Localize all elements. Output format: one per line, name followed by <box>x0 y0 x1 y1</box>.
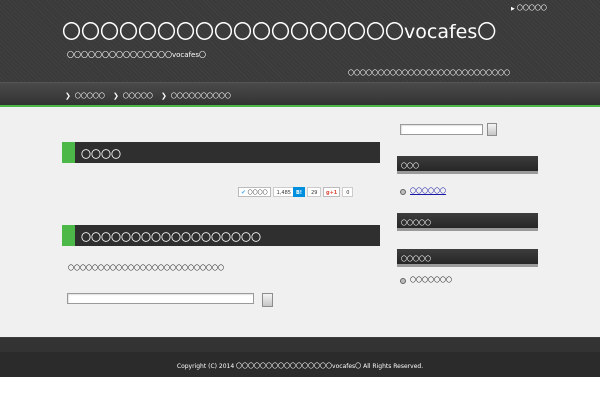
twitter-icon: ✔ <box>241 189 247 196</box>
not-found-message: 〇〇〇〇〇〇〇〇〇〇〇〇〇〇〇〇〇〇〇〇〇〇〇〇〇〇 <box>68 265 225 272</box>
triangle-right-icon: ▶ <box>511 6 515 12</box>
entry-title-1-text: 〇〇〇〇 <box>81 150 121 161</box>
nav-item-label: 〇〇〇〇〇 <box>122 93 153 100</box>
hatena-bookmark-button[interactable]: B! 29 <box>293 187 322 197</box>
entry-title-2-text: 〇〇〇〇〇〇〇〇〇〇〇〇〇〇〇〇〇〇 <box>81 233 261 244</box>
sidebar-search-input[interactable] <box>400 124 483 135</box>
footer-band <box>0 337 600 352</box>
hatena-bookmark-icon: B! <box>293 187 306 197</box>
nav-item-label: 〇〇〇〇〇 <box>74 93 105 100</box>
bullet-icon <box>400 188 406 195</box>
sidebar-search-button[interactable] <box>487 123 497 136</box>
tweet-button-label: 〇〇〇〇 <box>247 190 268 196</box>
site-header: 〇〇〇〇〇〇〇〇〇〇〇〇〇〇〇〇〇〇vocafes〇 〇〇〇〇〇〇〇〇〇〇〇〇〇… <box>0 0 600 82</box>
chevron-right-icon: ❯ <box>161 92 167 100</box>
google-plus-button[interactable]: g+1 0 <box>323 187 354 197</box>
widget-title-2: 〇〇〇〇〇 <box>397 213 538 231</box>
page-bottom <box>0 377 600 400</box>
chevron-right-icon: ❯ <box>65 92 71 100</box>
widget-title-1: 〇〇〇 <box>397 156 538 174</box>
entry-title-2: 〇〇〇〇〇〇〇〇〇〇〇〇〇〇〇〇〇〇 <box>62 225 380 246</box>
google-plus-icon: g+1 <box>326 190 338 196</box>
bullet-icon <box>400 277 406 284</box>
widget-3-item-label: 〇〇〇〇〇〇〇 <box>410 277 453 284</box>
google-plus-count: 0 <box>342 187 354 197</box>
copyright-text: Copyright (C) 2014 〇〇〇〇〇〇〇〇〇〇〇〇〇〇〇〇vocaf… <box>176 363 424 370</box>
hatena-count: 29 <box>307 187 322 197</box>
widget-title-2-text: 〇〇〇〇〇 <box>401 220 432 227</box>
header-top-link[interactable]: ▶ 〇〇〇〇〇 <box>511 3 547 12</box>
main-search-button[interactable] <box>262 293 273 307</box>
header-top-link-label: 〇〇〇〇〇 <box>516 5 547 12</box>
site-footer: Copyright (C) 2014 〇〇〇〇〇〇〇〇〇〇〇〇〇〇〇〇vocaf… <box>0 352 600 377</box>
tweet-count: 1,485 <box>272 187 295 197</box>
widget-title-3-text: 〇〇〇〇〇 <box>401 256 432 263</box>
widget-1-item[interactable]: 〇〇〇〇〇〇 <box>400 186 446 195</box>
site-title[interactable]: 〇〇〇〇〇〇〇〇〇〇〇〇〇〇〇〇〇〇vocafes〇 <box>62 21 496 43</box>
nav-item-label: 〇〇〇〇〇〇〇〇〇〇 <box>170 93 231 100</box>
chevron-right-icon: ❯ <box>113 92 119 100</box>
widget-1-item-link[interactable]: 〇〇〇〇〇〇 <box>410 188 446 195</box>
entry-title-1: 〇〇〇〇 <box>62 142 380 163</box>
nav-item-1[interactable]: ❯ 〇〇〇〇〇 <box>65 91 105 100</box>
nav-item-3[interactable]: ❯ 〇〇〇〇〇〇〇〇〇〇 <box>161 91 231 100</box>
global-nav: ❯ 〇〇〇〇〇 ❯ 〇〇〇〇〇 ❯ 〇〇〇〇〇〇〇〇〇〇 <box>0 82 600 105</box>
nav-item-2[interactable]: ❯ 〇〇〇〇〇 <box>113 91 153 100</box>
site-description: 〇〇〇〇〇〇〇〇〇〇〇〇〇〇〇〇〇〇〇〇〇〇〇〇〇〇〇 <box>348 70 511 77</box>
main-search-input[interactable] <box>67 293 254 304</box>
widget-title-3: 〇〇〇〇〇 <box>397 249 538 267</box>
tweet-button[interactable]: ✔ 〇〇〇〇 1,485 <box>238 187 295 197</box>
widget-3-item: 〇〇〇〇〇〇〇 <box>400 275 452 284</box>
site-tagline: 〇〇〇〇〇〇〇〇〇〇〇〇〇〇〇vocafes〇 <box>67 51 206 59</box>
main-content-area: 〇〇〇〇 ✔ 〇〇〇〇 1,485 B! 29 g+1 0 〇〇〇〇〇〇〇〇〇〇〇〇〇… <box>0 107 600 337</box>
widget-title-1-text: 〇〇〇 <box>401 163 420 170</box>
